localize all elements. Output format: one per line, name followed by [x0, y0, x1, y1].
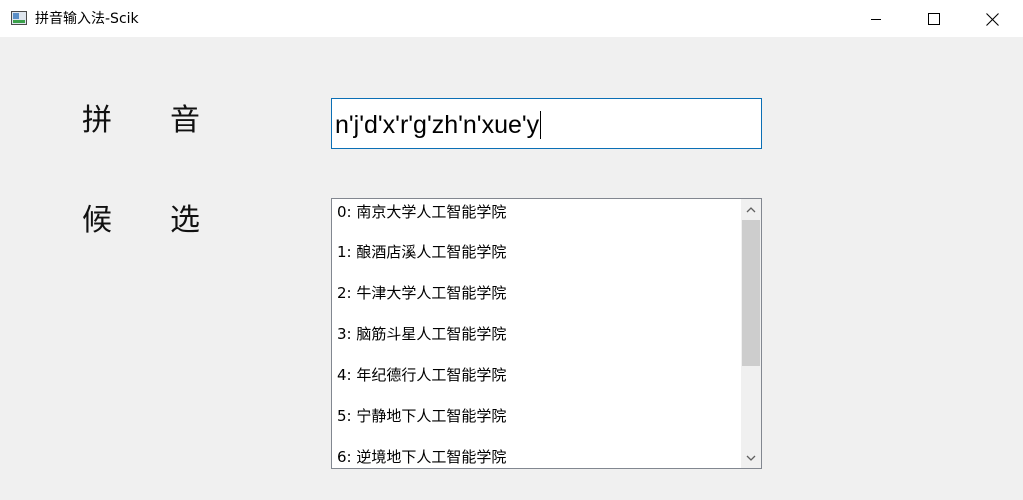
candidate-item-1[interactable]: 1: 酿酒店溪人工智能学院	[337, 240, 506, 264]
candidates-label-char-1: 候	[82, 203, 112, 238]
pinyin-input[interactable]: n'j'd'x'r'g'zh'n'xue'y	[331, 98, 762, 149]
text-caret	[540, 111, 542, 139]
maximize-icon	[928, 13, 940, 25]
pinyin-label-char-2: 音	[170, 103, 200, 138]
candidate-item-5[interactable]: 5: 宁静地下人工智能学院	[337, 404, 506, 428]
chevron-down-icon	[746, 455, 756, 461]
scroll-thumb[interactable]	[742, 220, 760, 366]
scroll-up-button[interactable]	[741, 199, 761, 219]
close-button[interactable]	[963, 0, 1021, 38]
candidate-item-0[interactable]: 0: 南京大学人工智能学院	[337, 200, 506, 224]
candidate-item-6[interactable]: 6: 逆境地下人工智能学院	[337, 445, 506, 468]
candidate-item-2[interactable]: 2: 牛津大学人工智能学院	[337, 281, 506, 305]
candidate-item-3[interactable]: 3: 脑筋斗星人工智能学院	[337, 322, 506, 346]
minimize-icon	[871, 19, 881, 20]
scroll-down-button[interactable]	[741, 448, 761, 468]
chevron-up-icon	[746, 206, 756, 212]
maximize-button[interactable]	[905, 0, 963, 38]
pinyin-label-char-1: 拼	[82, 103, 112, 138]
title-bar[interactable]: 拼音输入法-Scik	[0, 0, 1023, 38]
vertical-scrollbar[interactable]	[741, 199, 761, 468]
candidates-label-char-2: 选	[170, 203, 200, 238]
candidate-item-4[interactable]: 4: 年纪德行人工智能学院	[337, 363, 506, 387]
candidate-list[interactable]: 0: 南京大学人工智能学院 1: 酿酒店溪人工智能学院 2: 牛津大学人工智能学…	[331, 198, 762, 469]
app-window-icon	[11, 11, 27, 25]
window-title: 拼音输入法-Scik	[35, 11, 139, 27]
close-icon	[985, 12, 999, 26]
candidate-list-items: 0: 南京大学人工智能学院 1: 酿酒店溪人工智能学院 2: 牛津大学人工智能学…	[332, 199, 741, 468]
minimize-button[interactable]	[847, 0, 905, 38]
pinyin-input-value: n'j'd'x'r'g'zh'n'xue'y	[335, 111, 540, 139]
